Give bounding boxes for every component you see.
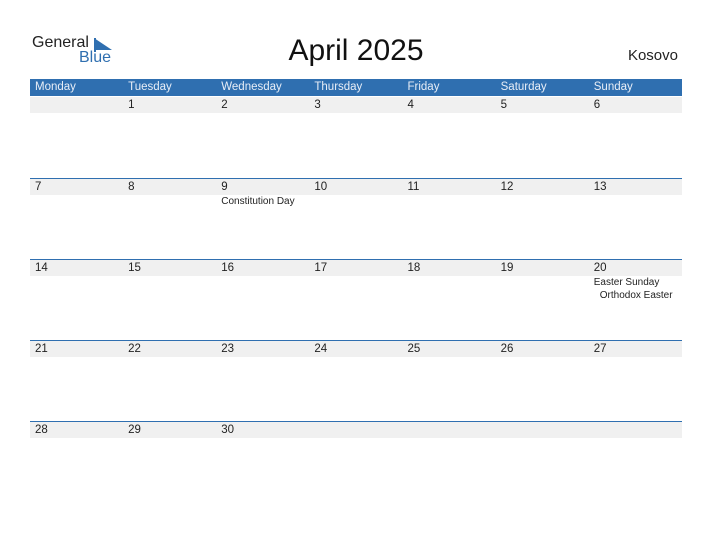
day-number: 27 xyxy=(588,341,682,357)
day-number xyxy=(402,422,496,438)
day-cell[interactable]: 1 xyxy=(123,97,217,178)
day-cell[interactable]: 28 xyxy=(30,422,124,503)
day-cell[interactable]: 19 xyxy=(495,260,589,341)
weekday-friday: Friday xyxy=(407,81,440,93)
day-number: 28 xyxy=(30,422,124,438)
day-cell[interactable] xyxy=(588,422,682,503)
day-number: 26 xyxy=(495,341,589,357)
day-number: 19 xyxy=(495,260,589,276)
day-number: 9 xyxy=(216,179,310,195)
day-number: 3 xyxy=(309,97,403,113)
day-number: 8 xyxy=(123,179,217,195)
day-cell[interactable]: 8 xyxy=(123,179,217,260)
day-number xyxy=(30,97,124,113)
day-number xyxy=(309,422,403,438)
day-number xyxy=(495,422,589,438)
holiday-event: Easter Sunday xyxy=(593,277,660,288)
calendar-title: April 2025 xyxy=(288,34,424,67)
day-cell[interactable]: 7 xyxy=(30,179,124,260)
day-number: 20 xyxy=(588,260,682,276)
day-cell[interactable]: 12 xyxy=(495,179,589,260)
day-number: 18 xyxy=(402,260,496,276)
day-number: 29 xyxy=(123,422,217,438)
day-number: 17 xyxy=(309,260,403,276)
holiday-event: Constitution Day xyxy=(221,196,295,207)
day-cell[interactable]: 27 xyxy=(588,341,682,422)
day-number: 12 xyxy=(495,179,589,195)
day-number: 4 xyxy=(402,97,496,113)
day-cell[interactable]: 26 xyxy=(495,341,589,422)
day-cell[interactable]: 30 xyxy=(216,422,310,503)
day-cell[interactable]: 18 xyxy=(402,260,496,341)
day-number: 30 xyxy=(216,422,310,438)
week-row: 21 22 23 24 25 26 27 xyxy=(30,340,682,422)
day-number: 15 xyxy=(123,260,217,276)
day-cell[interactable]: 22 xyxy=(123,341,217,422)
day-number: 23 xyxy=(216,341,310,357)
day-cell[interactable]: 16 xyxy=(216,260,310,341)
day-number: 11 xyxy=(402,179,496,195)
weekday-header: Monday Tuesday Wednesday Thursday Friday… xyxy=(30,79,682,96)
day-number: 6 xyxy=(588,97,682,113)
day-cell[interactable]: 5 xyxy=(495,97,589,178)
day-number: 13 xyxy=(588,179,682,195)
day-number: 7 xyxy=(30,179,124,195)
day-cell[interactable]: 29 xyxy=(123,422,217,503)
day-number: 1 xyxy=(123,97,217,113)
day-cell[interactable]: 20 Easter Sunday Orthodox Easter xyxy=(588,260,682,341)
day-cell[interactable]: 15 xyxy=(123,260,217,341)
day-cell[interactable]: 11 xyxy=(402,179,496,260)
day-cell[interactable]: 13 xyxy=(588,179,682,260)
weekday-sunday: Sunday xyxy=(593,81,633,93)
day-cell[interactable]: 2 xyxy=(216,97,310,178)
day-cell[interactable]: 24 xyxy=(309,341,403,422)
day-number: 16 xyxy=(216,260,310,276)
day-cell[interactable]: 14 xyxy=(30,260,124,341)
day-cell[interactable]: 3 xyxy=(309,97,403,178)
day-number: 10 xyxy=(309,179,403,195)
day-number: 24 xyxy=(309,341,403,357)
day-cell[interactable] xyxy=(309,422,403,503)
day-number: 5 xyxy=(495,97,589,113)
day-cell[interactable]: 21 xyxy=(30,341,124,422)
day-cell[interactable]: 10 xyxy=(309,179,403,260)
country-label: Kosovo xyxy=(627,47,678,64)
week-row: 123456 xyxy=(30,97,682,178)
day-cell[interactable] xyxy=(495,422,589,503)
day-cell[interactable]: 17 xyxy=(309,260,403,341)
weekday-wednesday: Wednesday xyxy=(221,81,282,93)
day-cell[interactable]: 9 Constitution Day xyxy=(216,179,310,260)
day-number: 2 xyxy=(216,97,310,113)
weekday-tuesday: Tuesday xyxy=(128,81,172,93)
day-number: 25 xyxy=(402,341,496,357)
holiday-event: Orthodox Easter xyxy=(599,290,673,301)
weekday-monday: Monday xyxy=(35,81,76,93)
day-number: 14 xyxy=(30,260,124,276)
day-cell[interactable] xyxy=(402,422,496,503)
day-cell[interactable] xyxy=(30,97,124,178)
weekday-thursday: Thursday xyxy=(314,81,363,93)
week-row: 7 8 9 Constitution Day 10 11 12 13 xyxy=(30,178,682,260)
day-cell[interactable]: 23 xyxy=(216,341,310,422)
day-number xyxy=(588,422,682,438)
week-row: 14 15 16 17 18 19 20 Easter Sunday Orthodox East… xyxy=(30,259,682,341)
weekday-saturday: Saturday xyxy=(500,81,547,93)
day-cell[interactable]: 25 xyxy=(402,341,496,422)
day-cell[interactable]: 6 xyxy=(588,97,682,178)
day-number: 21 xyxy=(30,341,124,357)
day-cell[interactable]: 4 xyxy=(402,97,496,178)
week-row: 28 29 30 xyxy=(30,421,682,503)
day-number: 22 xyxy=(123,341,217,357)
